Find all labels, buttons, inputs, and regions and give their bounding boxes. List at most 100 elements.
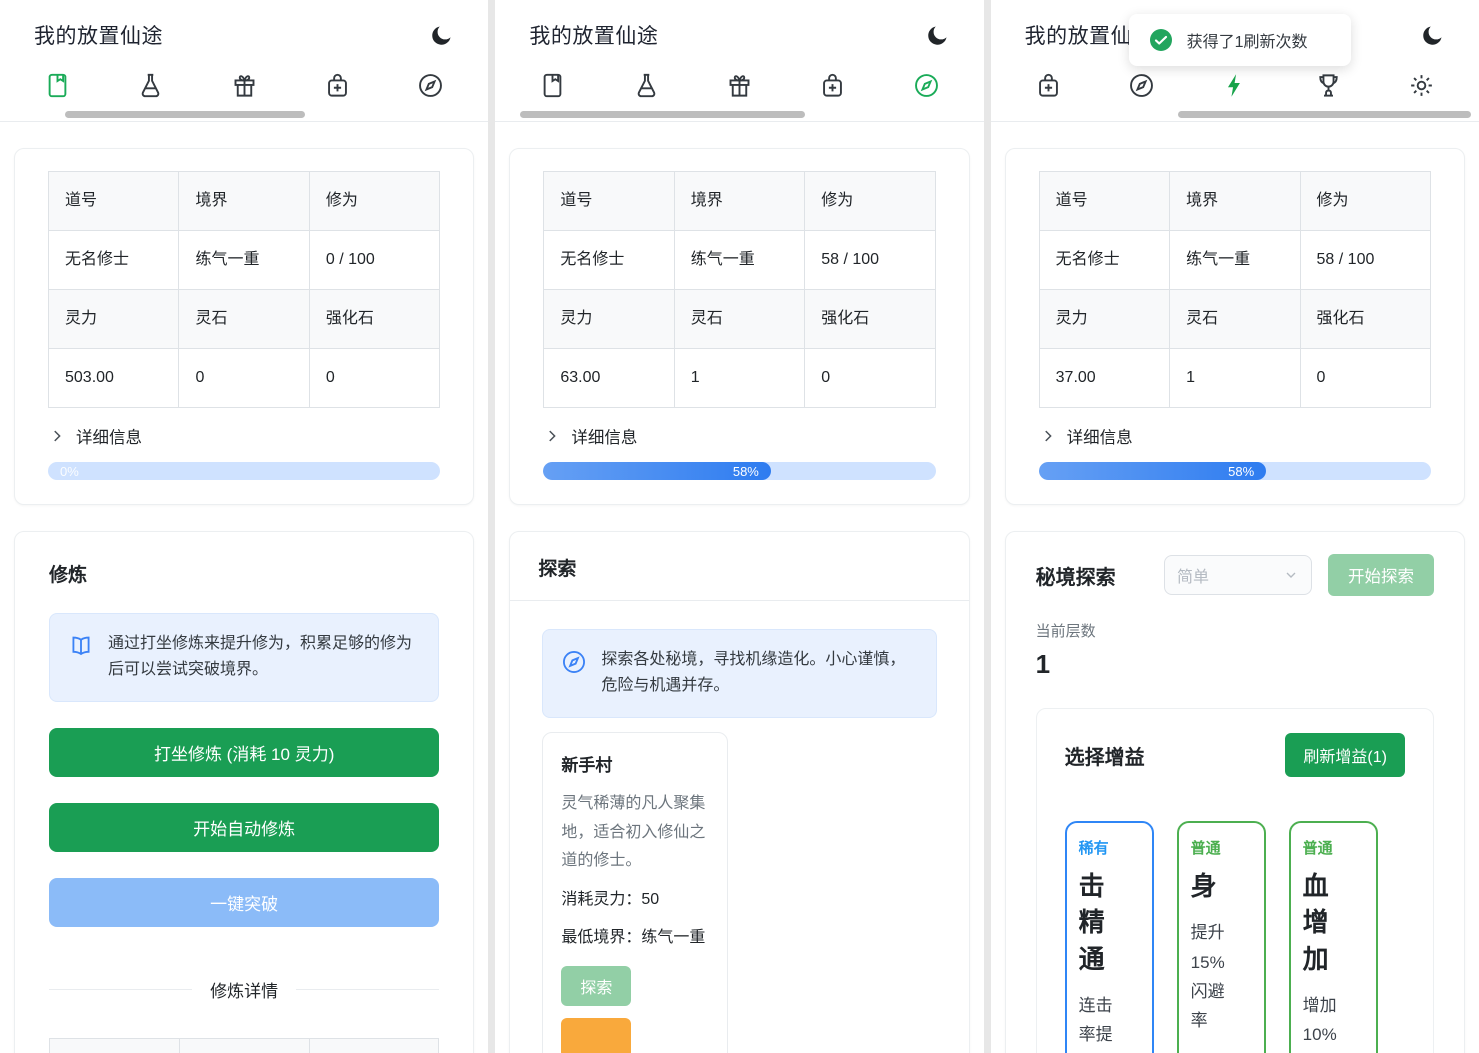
tab-explore[interactable]: [1128, 72, 1155, 99]
buff-card[interactable]: 普通 血 增 加 增加 10%: [1289, 821, 1378, 1053]
details-toggle[interactable]: 详细信息: [543, 424, 935, 448]
dark-mode-toggle[interactable]: [1421, 23, 1445, 47]
progress-label: 58%: [1228, 464, 1254, 479]
compass-icon: [913, 72, 940, 99]
buff-name: 击 精 通: [1079, 868, 1140, 977]
lightning-icon: [1221, 72, 1248, 99]
panel-divider: [984, 0, 991, 1053]
location-orange-button[interactable]: [561, 1018, 631, 1053]
stats-header: 道号: [49, 172, 179, 231]
progress-label: 58%: [733, 464, 759, 479]
tab-bag[interactable]: [819, 72, 846, 99]
tab-dungeon[interactable]: [1221, 72, 1248, 99]
difficulty-value: 简单: [1177, 563, 1209, 587]
buff-desc: 增加 10%: [1303, 991, 1364, 1049]
stat-realm: 练气一重: [1170, 231, 1300, 290]
dark-mode-toggle[interactable]: [430, 23, 454, 47]
page-title: 我的放置仙途: [34, 20, 163, 50]
start-explore-button[interactable]: 开始探索: [1328, 554, 1434, 596]
stats-header: 灵石: [1170, 290, 1300, 349]
tab-scrollbar[interactable]: [65, 111, 305, 118]
tab-journal[interactable]: [44, 72, 71, 99]
tab-scrollbar[interactable]: [1178, 111, 1471, 118]
panel-header: 我的放置仙途: [0, 0, 488, 54]
bag-plus-icon: [1035, 72, 1062, 99]
panel-explore: 我的放置仙途 道: [495, 0, 983, 1053]
panel-cultivation: 我的放置仙途 道: [0, 0, 488, 1053]
stat-name: 无名修士: [1039, 231, 1169, 290]
divider-label: 修炼详情: [210, 977, 278, 1002]
cultivation-progressbar: 58%: [543, 462, 935, 480]
tab-achievements[interactable]: [1315, 72, 1342, 99]
page-title: 我的放置仙途: [529, 20, 658, 50]
tab-gift[interactable]: [231, 72, 258, 99]
tab-scrollbar[interactable]: [520, 111, 805, 118]
moon-icon: [1421, 23, 1445, 47]
stats-header: 修为: [1300, 172, 1430, 231]
cultivation-progressbar: 0%: [48, 462, 440, 480]
buff-desc: 提升 15% 闪避 率: [1191, 918, 1252, 1035]
buff-card[interactable]: 稀有 击 精 通 连击 率提: [1065, 821, 1154, 1053]
progress-label: 0%: [60, 464, 79, 479]
stats-table: 道号 境界 修为 无名修士 练气一重 58 / 100 灵力 灵石 强化石 63…: [543, 171, 935, 408]
tab-explore[interactable]: [417, 72, 444, 99]
stat-cultivation: 0 / 100: [309, 231, 439, 290]
details-label: 详细信息: [1067, 424, 1133, 448]
difficulty-select[interactable]: 简单: [1164, 555, 1312, 595]
location-explore-button[interactable]: 探索: [561, 966, 631, 1006]
tab-bag[interactable]: [1035, 72, 1062, 99]
details-label: 详细信息: [76, 424, 142, 448]
tab-alchemy[interactable]: [137, 72, 164, 99]
dark-mode-toggle[interactable]: [926, 23, 950, 47]
buff-name: 血 增 加: [1303, 868, 1364, 977]
cultivation-section: 修炼 通过打坐修炼来提升修为，积累足够的修为后可以尝试突破境界。 打坐修炼 (消…: [14, 531, 474, 1053]
stats-header: 灵石: [179, 290, 309, 349]
location-name: 新手村: [561, 751, 709, 776]
auto-cultivate-button[interactable]: 开始自动修炼: [49, 803, 439, 852]
app-root: 我的放置仙途 道: [0, 0, 1479, 1053]
details-toggle[interactable]: 详细信息: [48, 424, 440, 448]
compass-icon: [561, 649, 587, 675]
buff-name: 身: [1191, 868, 1252, 904]
details-toggle[interactable]: 详细信息: [1039, 424, 1431, 448]
compass-icon: [417, 72, 444, 99]
tab-bag[interactable]: [324, 72, 351, 99]
tab-settings[interactable]: [1408, 72, 1435, 99]
bag-plus-icon: [819, 72, 846, 99]
tab-alchemy[interactable]: [633, 72, 660, 99]
chevron-right-icon: [1039, 427, 1057, 445]
moon-icon: [926, 23, 950, 47]
floor-label: 当前层数: [1036, 620, 1434, 641]
panel-dungeon: 获得了1刷新次数 我的放置仙途: [991, 0, 1479, 1053]
tab-gift[interactable]: [726, 72, 753, 99]
refresh-buffs-button[interactable]: 刷新增益(1): [1285, 733, 1405, 777]
section-title: 探索: [538, 554, 940, 581]
book-open-icon: [68, 633, 94, 659]
gear-icon: [1408, 72, 1435, 99]
buff-title: 选择增益: [1065, 741, 1145, 770]
tab-explore[interactable]: [913, 72, 940, 99]
stats-table: 道号 境界 修为 无名修士 练气一重 58 / 100 灵力 灵石 强化石 37…: [1039, 171, 1431, 408]
location-desc: 灵气稀薄的凡人聚集地，适合初入修仙之道的修士。: [561, 790, 709, 876]
meditate-button[interactable]: 打坐修炼 (消耗 10 灵力): [49, 728, 439, 777]
stats-header: 道号: [1039, 172, 1169, 231]
stats-card: 道号 境界 修为 无名修士 练气一重 58 / 100 灵力 灵石 强化石 37…: [1005, 148, 1465, 505]
stats-header: 境界: [1170, 172, 1300, 231]
stat-name: 无名修士: [544, 231, 674, 290]
location-cost: 消耗灵力：50: [561, 886, 709, 914]
buff-card[interactable]: 普通 身 提升 15% 闪避 率: [1177, 821, 1266, 1053]
stat-cultivation: 58 / 100: [805, 231, 935, 290]
flask-icon: [633, 72, 660, 99]
empty-header: [50, 1038, 180, 1053]
buff-row: 稀有 击 精 通 连击 率提 普通 身 提升 15% 闪避 率 普通 血 增 加…: [1065, 821, 1405, 1053]
toast-message: 获得了1刷新次数: [1187, 28, 1308, 52]
chevron-right-icon: [543, 427, 561, 445]
gift-icon: [231, 72, 258, 99]
chevron-down-icon: [1283, 567, 1299, 583]
tab-bar: [495, 54, 983, 122]
tab-journal[interactable]: [539, 72, 566, 99]
breakthrough-button[interactable]: 一键突破: [49, 878, 439, 927]
stat-enhance: 0: [805, 349, 935, 408]
stats-header: 修为: [805, 172, 935, 231]
tab-bar: [0, 54, 488, 122]
